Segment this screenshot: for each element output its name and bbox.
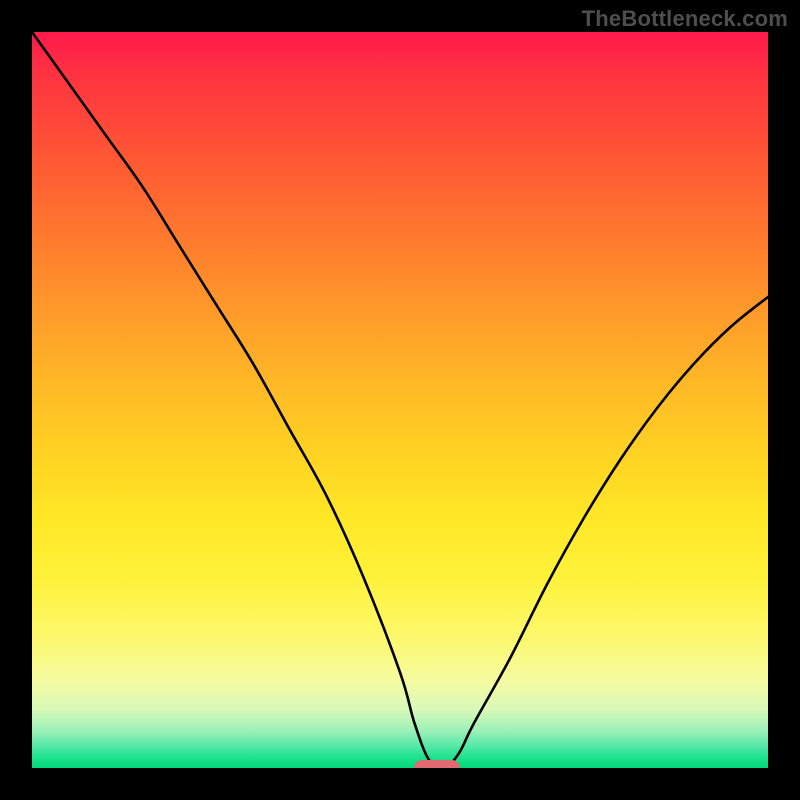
chart-frame: TheBottleneck.com (0, 0, 800, 800)
watermark-text: TheBottleneck.com (582, 6, 788, 32)
optimum-marker (414, 760, 460, 768)
plot-area (32, 32, 768, 768)
bottleneck-curve (32, 32, 768, 768)
